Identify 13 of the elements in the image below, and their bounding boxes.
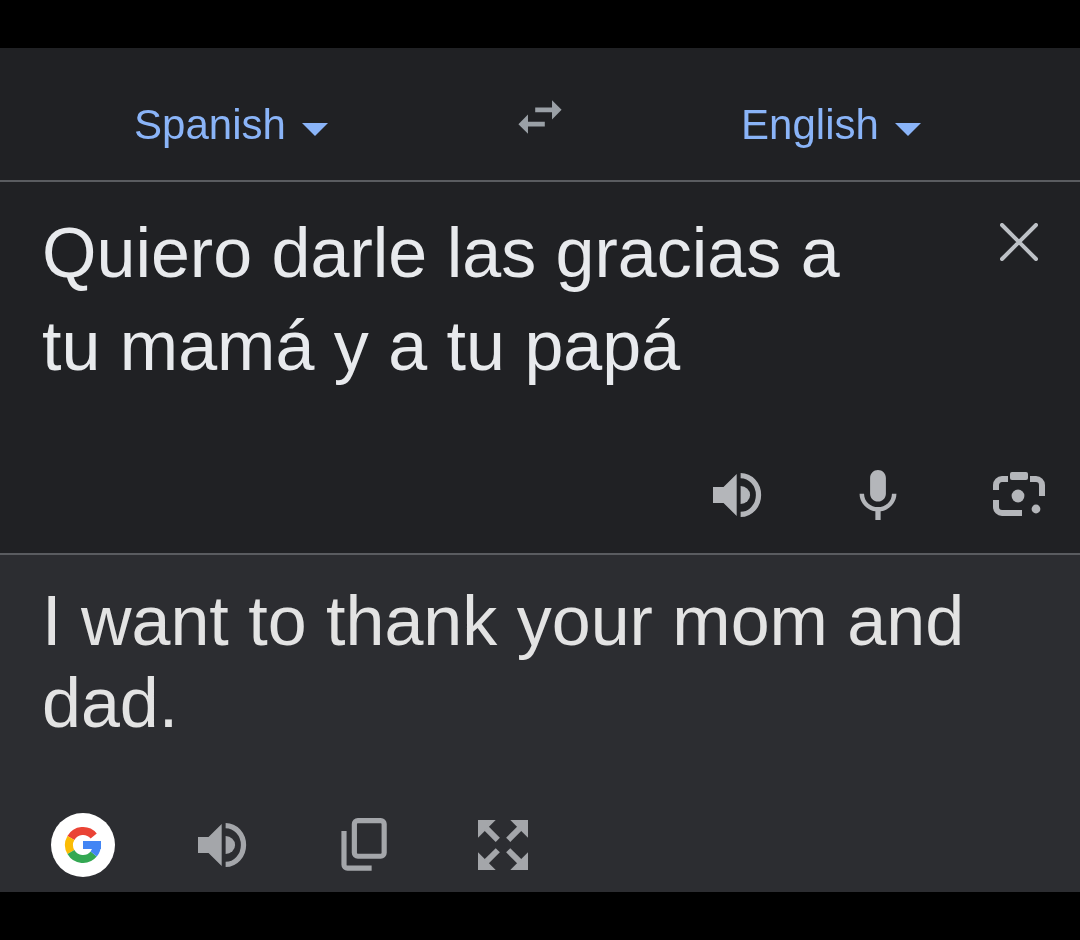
language-dropdown[interactable]: Spanish — [134, 99, 328, 151]
logo-icon — [51, 813, 115, 877]
caret-icon — [894, 123, 921, 137]
close-icon[interactable] — [1000, 223, 1038, 261]
speaker-icon[interactable] — [713, 470, 763, 520]
speaker-icon[interactable] — [198, 820, 248, 870]
caret-icon — [301, 123, 328, 137]
microphone-icon[interactable] — [859, 470, 897, 520]
copy-icon[interactable] — [339, 818, 387, 872]
expand-icon[interactable] — [478, 820, 528, 870]
language-dropdown[interactable]: English — [741, 99, 921, 151]
translation-text: I want to thank your mom and dad. — [41, 581, 966, 744]
swap-icon[interactable] — [516, 99, 564, 135]
